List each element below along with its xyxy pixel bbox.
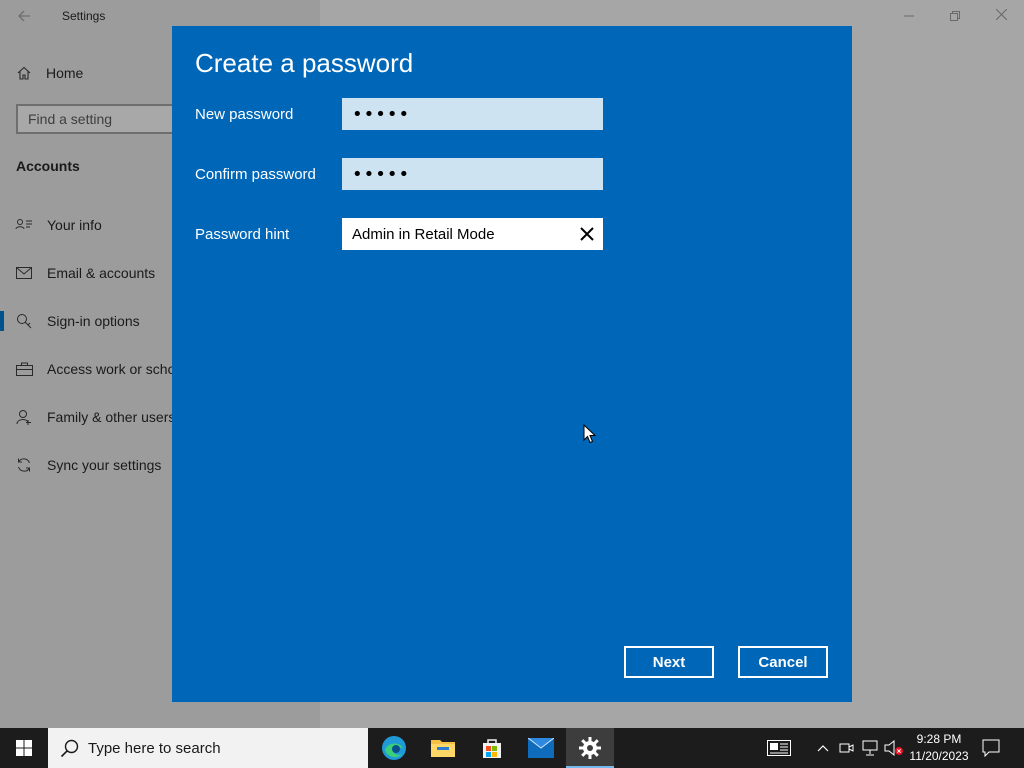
settings-search-box[interactable] [16,104,186,134]
start-button[interactable] [0,728,48,768]
store-icon [483,739,501,758]
password-hint-field[interactable] [342,218,603,250]
next-button[interactable]: Next [624,646,714,678]
notifications-icon[interactable] [981,738,1001,758]
close-icon [995,8,1007,21]
network-icon[interactable] [861,738,881,758]
meet-now-icon[interactable] [837,738,857,758]
app-title: Settings [62,9,106,23]
dialog-title: Create a password [195,48,414,78]
restore-icon [950,11,960,21]
taskbar-search-box[interactable] [48,728,368,768]
sidebar-item-label: Your info [47,217,102,233]
system-clock[interactable]: 9:28 PM 11/20/2023 [904,731,974,765]
back-button[interactable] [8,4,40,28]
gear-icon [579,737,601,759]
search-icon [60,739,79,758]
sidebar-item-label: Sign-in options [47,313,140,329]
home-icon [17,66,31,80]
minimize-button[interactable] [886,2,932,30]
create-password-dialog: Create a password New password Confirm p… [172,26,852,702]
show-hidden-icons-icon[interactable] [813,738,833,758]
new-password-field[interactable] [342,98,603,130]
clock-date: 11/20/2023 [909,749,969,763]
taskbar-app-settings[interactable] [566,728,614,768]
taskbar-app-file-explorer[interactable] [419,728,467,768]
key-icon [15,312,33,330]
person-card-icon [15,216,33,234]
new-password-label: New password [195,106,294,123]
taskbar: 9:28 PM 11/20/2023 [0,728,1024,768]
folder-icon [431,740,455,757]
sidebar-item-label: Access work or school [47,361,187,377]
settings-search-input[interactable] [18,106,184,132]
sidebar-item-label: Family & other users [47,409,176,425]
maximize-button[interactable] [932,2,978,30]
volume-muted-icon[interactable] [884,738,904,758]
taskbar-app-store[interactable] [468,728,516,768]
clock-time: 9:28 PM [916,732,962,746]
password-hint-label: Password hint [195,226,290,243]
home-label: Home [46,65,84,81]
back-arrow-icon [18,10,30,22]
taskbar-search-input[interactable] [88,728,358,768]
confirm-password-input[interactable] [342,158,603,190]
mouse-pointer-icon [583,424,597,444]
confirm-password-field[interactable] [342,158,603,190]
home-nav-item[interactable]: Home [16,62,83,84]
windows-logo-icon [16,740,32,756]
sidebar-item-label: Sync your settings [47,457,162,473]
news-widget-icon[interactable] [766,738,792,758]
new-password-input[interactable] [342,98,603,130]
close-button[interactable] [978,2,1024,30]
sync-icon [15,456,33,474]
confirm-password-label: Confirm password [195,166,316,183]
clear-hint-button[interactable] [577,224,597,244]
briefcase-icon [15,360,33,378]
sidebar-item-label: Email & accounts [47,265,156,281]
cancel-button[interactable]: Cancel [738,646,828,678]
person-add-icon [15,408,33,426]
mail-icon [15,264,33,282]
section-title: Accounts [16,158,80,174]
clear-x-icon [580,227,594,241]
edge-icon [382,736,406,760]
minimize-icon [904,15,914,17]
mail-app-icon [528,738,554,758]
taskbar-app-edge[interactable] [370,728,418,768]
password-hint-input[interactable] [342,218,572,250]
taskbar-app-mail[interactable] [517,728,565,768]
